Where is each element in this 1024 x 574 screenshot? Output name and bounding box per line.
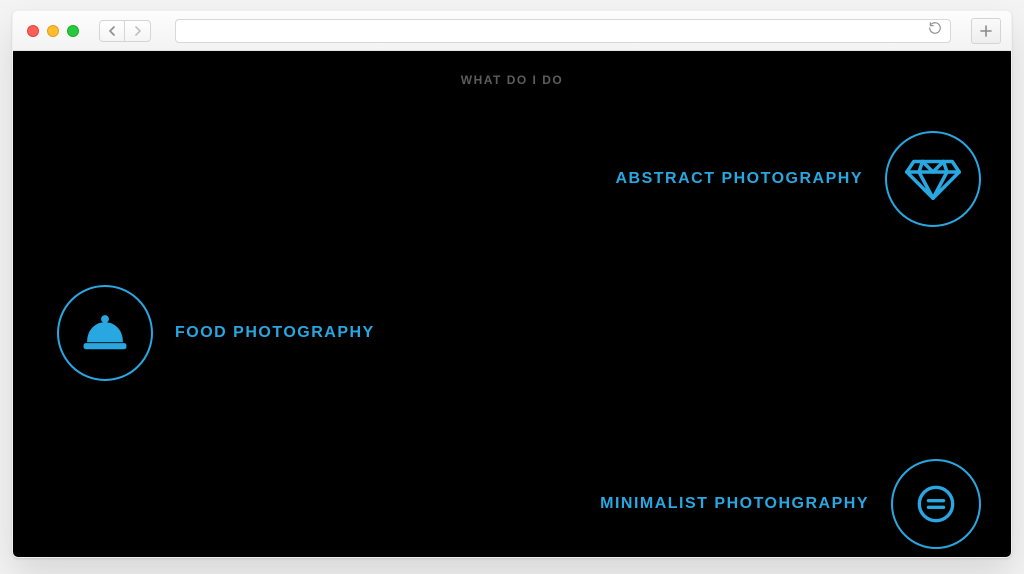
bell-icon (57, 285, 153, 381)
service-minimalist: MINIMALIST PHOTOHGRAPHY (600, 459, 981, 549)
back-button[interactable] (99, 20, 125, 42)
zoom-window-button[interactable] (67, 25, 79, 37)
service-minimalist-label: MINIMALIST PHOTOHGRAPHY (600, 495, 869, 513)
address-bar[interactable] (175, 19, 951, 43)
section-heading: WHAT DO I DO (13, 51, 1011, 87)
new-tab-button[interactable] (971, 18, 1001, 44)
browser-window: WHAT DO I DO ABSTRACT PHOTOG (12, 10, 1012, 558)
forward-button[interactable] (125, 20, 151, 42)
reload-icon[interactable] (928, 21, 942, 40)
diamond-icon (885, 131, 981, 227)
service-food: FOOD PHOTOGRAPHY (57, 285, 375, 381)
service-food-label: FOOD PHOTOGRAPHY (175, 324, 375, 342)
page-content: WHAT DO I DO ABSTRACT PHOTOG (13, 51, 1011, 557)
title-bar (13, 11, 1011, 51)
service-abstract-label: ABSTRACT PHOTOGRAPHY (616, 170, 864, 188)
equals-icon (891, 459, 981, 549)
window-controls (27, 25, 79, 37)
close-window-button[interactable] (27, 25, 39, 37)
service-abstract: ABSTRACT PHOTOGRAPHY (616, 131, 982, 227)
nav-buttons (99, 20, 151, 42)
minimize-window-button[interactable] (47, 25, 59, 37)
